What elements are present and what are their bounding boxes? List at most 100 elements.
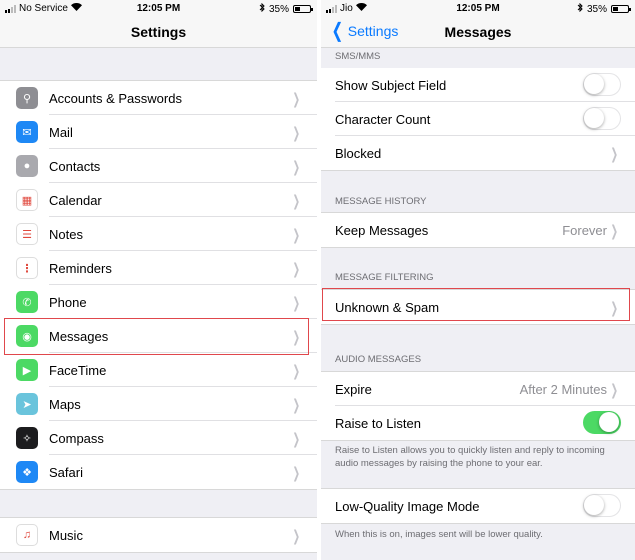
chevron-right-icon: ❯	[292, 159, 301, 176]
settings-list: ⚲ Accounts & Passwords ❯ ✉ Mail ❯ ● Contacts ❯ ▦ C…	[0, 80, 317, 490]
settings-item-maps[interactable]: ➤ Maps ❯	[0, 387, 317, 421]
maps-icon: ➤	[16, 393, 38, 415]
chevron-right-icon: ❯	[610, 382, 619, 399]
settings-item-music[interactable]: ♫ Music ❯	[0, 518, 317, 552]
navigation-bar: ❮ Settings Messages	[321, 18, 635, 48]
keep-messages-row[interactable]: Keep Messages Forever ❯	[321, 213, 635, 247]
raise-to-listen-toggle[interactable]	[583, 411, 621, 434]
toggle-knob	[584, 108, 604, 128]
chevron-right-icon: ❯	[292, 261, 301, 278]
settings-item-label: Messages	[49, 328, 109, 344]
chevron-right-icon: ❯	[292, 397, 301, 414]
chevron-right-icon: ❯	[292, 528, 301, 545]
character-count-row: Character Count	[321, 102, 635, 136]
reminders-icon: ⋮	[16, 257, 38, 279]
character-count-toggle[interactable]	[583, 107, 621, 130]
history-group: Keep Messages Forever ❯	[321, 212, 635, 248]
settings-item-label: Compass	[49, 430, 104, 446]
low-quality-toggle[interactable]	[583, 494, 621, 517]
chevron-right-icon: ❯	[610, 300, 619, 317]
settings-item-label: Maps	[49, 396, 81, 412]
battery-icon	[611, 5, 631, 13]
raise-to-listen-row: Raise to Listen	[321, 406, 635, 440]
settings-item-label: Accounts & Passwords	[49, 90, 182, 106]
low-quality-row: Low-Quality Image Mode	[321, 489, 635, 523]
settings-item-label: Reminders	[49, 260, 112, 276]
settings-screen: No Service 12:05 PM 35% Settings ⚲ Accoun…	[0, 0, 317, 560]
settings-item-safari[interactable]: ❖ Safari ❯	[0, 455, 317, 489]
facetime-icon: ▶	[16, 359, 38, 381]
chevron-right-icon: ❯	[292, 125, 301, 142]
status-bar: Jio 12:05 PM 35%	[321, 0, 635, 18]
status-bar: No Service 12:05 PM 35%	[0, 0, 317, 18]
blocked-label: Blocked	[335, 145, 382, 161]
settings-item-calendar[interactable]: ▦ Calendar ❯	[0, 183, 317, 217]
keep-messages-value: Forever	[562, 223, 607, 238]
chevron-right-icon: ❯	[292, 227, 301, 244]
settings-item-label: Contacts	[49, 158, 101, 174]
chevron-right-icon: ❯	[292, 329, 301, 346]
settings-item-label: Mail	[49, 124, 73, 140]
music-icon: ♫	[16, 524, 38, 546]
settings-list-media: ♫ Music ❯	[0, 517, 317, 553]
settings-item-label: Safari	[49, 464, 83, 480]
unknown-spam-label: Unknown & Spam	[335, 299, 440, 315]
messages-icon: ◉	[16, 325, 38, 347]
page-title: Settings	[130, 24, 187, 40]
chevron-right-icon: ❯	[610, 223, 619, 240]
section-header-history: MESSAGE HISTORY	[335, 196, 427, 207]
low-quality-note: When this is on, images sent will be low…	[335, 529, 543, 540]
expire-row[interactable]: Expire After 2 Minutes ❯	[321, 372, 635, 406]
show-subject-field-label: Show Subject Field	[335, 77, 447, 93]
settings-item-reminders[interactable]: ⋮ Reminders ❯	[0, 251, 317, 285]
toggle-knob	[584, 74, 604, 94]
settings-item-messages[interactable]: ◉ Messages ❯	[0, 319, 317, 353]
keep-messages-label: Keep Messages	[335, 222, 429, 238]
blocked-row[interactable]: Blocked ❯	[321, 136, 635, 170]
settings-item-facetime[interactable]: ▶ FaceTime ❯	[0, 353, 317, 387]
sms-group: Show Subject Field Character Count Block…	[321, 68, 635, 171]
section-header-filtering: MESSAGE FILTERING	[335, 272, 434, 283]
settings-item-label: Notes	[49, 226, 83, 242]
raise-to-listen-note: Raise to Listen allows you to quickly li…	[335, 445, 605, 469]
settings-item-label: FaceTime	[49, 362, 107, 378]
settings-item-phone[interactable]: ✆ Phone ❯	[0, 285, 317, 319]
calendar-icon: ▦	[16, 189, 38, 211]
key-icon: ⚲	[16, 87, 38, 109]
bluetooth-icon	[577, 2, 583, 15]
page-title: Messages	[444, 24, 512, 40]
unknown-spam-row[interactable]: Unknown & Spam ❯	[321, 290, 635, 324]
settings-item-label: Phone	[49, 294, 87, 310]
filtering-group: Unknown & Spam ❯	[321, 289, 635, 325]
battery-percent: 35%	[586, 3, 607, 15]
image-quality-group: Low-Quality Image Mode	[321, 488, 635, 524]
notes-icon: ☰	[16, 223, 38, 245]
settings-item-contacts[interactable]: ● Contacts ❯	[0, 149, 317, 183]
low-quality-label: Low-Quality Image Mode	[335, 498, 480, 514]
settings-item-compass[interactable]: ✧ Compass ❯	[0, 421, 317, 455]
chevron-right-icon: ❯	[292, 193, 301, 210]
chevron-right-icon: ❯	[292, 295, 301, 312]
chevron-right-icon: ❯	[292, 465, 301, 482]
toggle-knob	[599, 412, 619, 432]
mail-icon: ✉	[16, 121, 38, 143]
expire-label: Expire	[335, 381, 372, 397]
show-subject-field-toggle[interactable]	[583, 73, 621, 96]
raise-to-listen-label: Raise to Listen	[335, 415, 421, 431]
settings-item-key[interactable]: ⚲ Accounts & Passwords ❯	[0, 81, 317, 115]
audio-group: Expire After 2 Minutes ❯ Raise to Listen	[321, 371, 635, 441]
section-header-sms: SMS/MMS	[335, 51, 381, 62]
bluetooth-icon	[259, 2, 265, 15]
character-count-label: Character Count	[335, 111, 431, 127]
navigation-bar: Settings	[0, 18, 317, 48]
contacts-icon: ●	[16, 155, 38, 177]
compass-icon: ✧	[16, 427, 38, 449]
settings-item-notes[interactable]: ☰ Notes ❯	[0, 217, 317, 251]
settings-item-mail[interactable]: ✉ Mail ❯	[0, 115, 317, 149]
toggle-knob	[584, 495, 604, 515]
battery-icon	[293, 5, 313, 13]
safari-icon: ❖	[16, 461, 38, 483]
chevron-right-icon: ❯	[610, 146, 619, 163]
show-subject-field-row: Show Subject Field	[321, 68, 635, 102]
settings-item-label: Music	[49, 527, 83, 543]
